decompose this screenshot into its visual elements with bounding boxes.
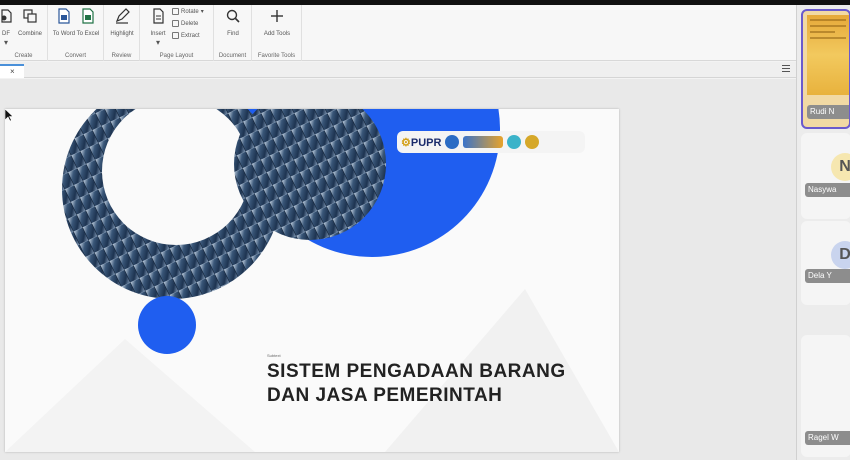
insert-page-icon bbox=[153, 8, 164, 24]
combine-button[interactable]: Combine bbox=[16, 8, 44, 38]
highlight-icon bbox=[115, 8, 130, 24]
extract-icon bbox=[172, 32, 179, 39]
participant-tile-active[interactable]: Rudi N bbox=[801, 9, 850, 129]
extract-button[interactable]: Extract bbox=[172, 32, 200, 39]
slide-page: ⚙PUPR Subtext SISTEM PENGADAAN BARANG DA… bbox=[5, 109, 619, 452]
document-tab[interactable]: × bbox=[0, 64, 24, 78]
combine-icon bbox=[23, 9, 37, 23]
slide-title-line-1: SISTEM PENGADAAN BARANG bbox=[267, 361, 566, 382]
chevron-down-icon: ▾ bbox=[155, 38, 160, 47]
add-tools-button[interactable]: Add Tools bbox=[263, 8, 291, 38]
rotate-icon bbox=[172, 8, 179, 15]
plus-icon bbox=[271, 10, 283, 22]
ribbon-group-favorite-tools: Add Tools Favorite Tools bbox=[252, 5, 302, 61]
rotate-button[interactable]: Rotate ▾ bbox=[172, 8, 204, 15]
ribbon-group-label: Convert bbox=[64, 53, 86, 59]
highlight-button[interactable]: Highlight bbox=[108, 8, 136, 38]
delete-button[interactable]: Delete bbox=[172, 20, 198, 27]
blue-dot bbox=[138, 296, 196, 354]
menu-icon[interactable] bbox=[782, 65, 790, 73]
participants-panel: Rudi N N Nasywa D Dela Y Ragel W bbox=[796, 5, 850, 460]
pupr-logo: ⚙PUPR bbox=[401, 136, 442, 149]
ribbon-group-label: Document bbox=[218, 53, 247, 59]
ribbon-group-create: DF ▾ Combine Create bbox=[0, 5, 48, 61]
mouse-cursor-icon bbox=[5, 109, 14, 122]
partner-logos: ⚙PUPR bbox=[397, 131, 585, 153]
slide-title-line-2: DAN JASA PEMERINTAH bbox=[267, 385, 503, 406]
slide-subheading: Subtext bbox=[267, 353, 281, 358]
ribbon-group-review: Highlight Review bbox=[104, 5, 140, 61]
trash-icon bbox=[172, 20, 179, 27]
participant-name: Ragel W bbox=[805, 431, 850, 445]
to-excel-button[interactable]: To Excel bbox=[74, 8, 102, 38]
participant-tile[interactable]: Ragel W bbox=[801, 335, 850, 457]
ribbon-group-document: Find Document bbox=[214, 5, 252, 61]
document-tab-bar: × bbox=[0, 62, 796, 78]
ribbon-group-page-layout: Insert ▾ Rotate ▾ Delete Extract Page Lay… bbox=[140, 5, 214, 61]
ribbon-group-label: Favorite Tools bbox=[257, 53, 296, 59]
word-icon bbox=[58, 8, 70, 24]
avatar: N bbox=[831, 153, 850, 181]
chevron-down-icon: ▾ bbox=[3, 38, 8, 47]
logo-emblem bbox=[525, 135, 540, 149]
chevron-down-icon: ▾ bbox=[200, 9, 204, 15]
ribbon-group-label: Page Layout bbox=[159, 53, 194, 59]
participant-tile[interactable]: N Nasywa bbox=[801, 133, 850, 219]
ribbon-group-convert: To Word To Excel Convert bbox=[48, 5, 104, 61]
screen-share-thumbnail bbox=[807, 15, 849, 95]
excel-icon bbox=[82, 8, 94, 24]
logo-emblem bbox=[507, 135, 522, 149]
ribbon-group-label: Create bbox=[14, 53, 33, 59]
participant-name: Nasywa bbox=[805, 183, 850, 197]
participant-tile[interactable]: D Dela Y bbox=[801, 221, 850, 305]
logo-emblem bbox=[445, 135, 460, 149]
avatar: D bbox=[831, 241, 850, 269]
participant-name: Rudi N bbox=[807, 105, 849, 119]
toolbar-ribbon: DF ▾ Combine Create To Word To Excel Con… bbox=[0, 5, 796, 61]
create-pdf-icon bbox=[1, 9, 12, 23]
close-icon[interactable]: × bbox=[10, 67, 15, 76]
find-button[interactable]: Find bbox=[219, 8, 247, 38]
ribbon-group-label: Review bbox=[111, 53, 132, 59]
logo-banner bbox=[463, 136, 504, 148]
insert-button[interactable]: Insert ▾ bbox=[144, 8, 172, 47]
search-icon bbox=[226, 9, 240, 23]
participant-name: Dela Y bbox=[805, 269, 850, 283]
